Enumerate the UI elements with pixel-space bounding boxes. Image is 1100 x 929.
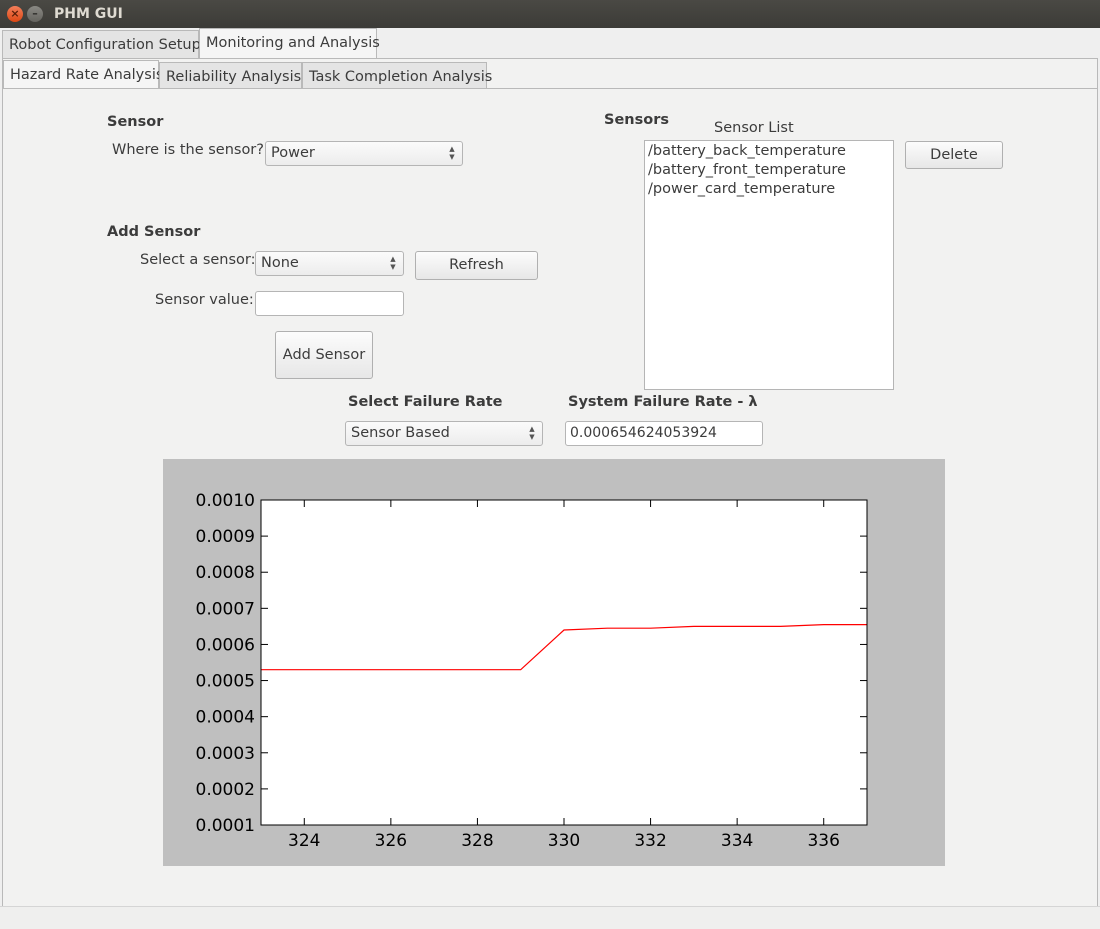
tab-monitoring-and-analysis[interactable]: Monitoring and Analysis [199,28,380,58]
x-tick-label: 330 [548,831,580,851]
sensors-heading: Sensors [604,112,669,128]
y-tick-label: 0.0006 [196,635,255,655]
sensor-value-input[interactable] [255,291,404,316]
x-tick-label: 334 [721,831,753,851]
updown-arrows-icon: ▲ ▼ [529,425,535,441]
tab-reliability-analysis[interactable]: Reliability Analysis [159,62,302,90]
x-tick-label: 328 [461,831,493,851]
y-tick-label: 0.0007 [196,599,255,619]
list-item[interactable]: /battery_back_temperature [648,142,890,161]
y-tick-label: 0.0004 [196,708,255,728]
y-tick-label: 0.0010 [196,491,255,511]
add-sensor-heading: Add Sensor [107,224,201,240]
x-tick-label: 326 [375,831,407,851]
sensor-location-label: Where is the sensor? [112,142,264,158]
add-sensor-button[interactable]: Add Sensor [275,331,373,379]
sensor-list[interactable]: /battery_back_temperature /battery_front… [644,140,894,390]
y-tick-label: 0.0001 [196,816,255,836]
title-bar: × – PHM GUI [0,0,1100,28]
x-tick-label: 324 [288,831,320,851]
hazard-rate-plot: 0.0001 0.0002 0.0003 0.0004 0.0005 0.0006 0.00… [163,459,945,866]
sensor-location-value: Power [271,145,315,161]
y-tick-label: 0.0003 [196,744,255,764]
select-sensor-value: None [261,255,299,271]
tab-task-completion-analysis[interactable]: Task Completion Analysis [302,62,492,90]
window-title: PHM GUI [54,6,123,22]
failure-rate-value: Sensor Based [351,425,450,441]
select-sensor-dropdown[interactable]: None ▲ ▼ [255,251,404,276]
minimize-icon[interactable]: – [27,6,43,22]
system-failure-rate-heading: System Failure Rate - λ [568,394,758,410]
y-tick-label: 0.0002 [196,780,255,800]
select-failure-rate-heading: Select Failure Rate [348,394,503,410]
tab-hazard-rate-analysis[interactable]: Hazard Rate Analysis [3,60,163,90]
sensor-value-label: Sensor value: [155,292,254,308]
updown-arrows-icon: ▲ ▼ [390,255,396,271]
status-bar [0,906,1100,929]
close-icon[interactable]: × [7,6,23,22]
updown-arrows-icon: ▲ ▼ [449,145,455,161]
list-item[interactable]: /power_card_temperature [648,180,890,199]
sensor-list-title: Sensor List [714,120,794,136]
plot-area [261,500,867,825]
sensor-heading: Sensor [107,114,164,130]
x-tick-label: 336 [807,831,839,851]
hazard-rate-chart: 0.0001 0.0002 0.0003 0.0004 0.0005 0.0006 0.00… [196,491,868,851]
select-sensor-label: Select a sensor: [140,252,256,268]
tab-robot-configuration-setup[interactable]: Robot Configuration Setup [2,30,201,58]
list-item[interactable]: /battery_front_temperature [648,161,890,180]
sensor-location-select[interactable]: Power ▲ ▼ [265,141,463,166]
delete-button[interactable]: Delete [905,141,1003,169]
x-tick-label: 332 [634,831,666,851]
y-tick-label: 0.0009 [196,527,255,547]
refresh-button[interactable]: Refresh [415,251,538,280]
y-tick-label: 0.0005 [196,672,255,692]
system-failure-rate-field[interactable]: 0.000654624053924 [565,421,763,446]
y-tick-label: 0.0008 [196,563,255,583]
failure-rate-select[interactable]: Sensor Based ▲ ▼ [345,421,543,446]
